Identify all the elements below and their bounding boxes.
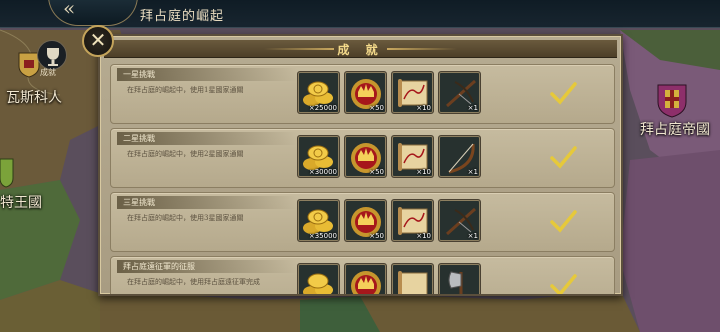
- checkmark-icon: [550, 274, 577, 294]
- achievement-row: 一星挑戰 在拜占庭的崛起中，使用1星國家通關 ×25000 ×50 ×10 ×1: [110, 64, 615, 124]
- achievement-row: 三星挑戰 在拜占庭的崛起中，使用3星國家通關 ×35000 ×50 ×10 ×1: [110, 192, 615, 252]
- achievement-dialog: 成 就 一星挑戰 在拜占庭的崛起中，使用1星國家通關 ×25000 ×50 ×1…: [98, 34, 623, 296]
- reward-item[interactable]: [391, 263, 434, 294]
- reward-qty: ×50: [369, 232, 384, 240]
- checkmark-icon: [550, 146, 577, 169]
- reward-qty: ×1: [467, 232, 478, 240]
- achievement-button[interactable]: [37, 40, 67, 70]
- achievement-desc: 在拜占庭的崛起中，使用1星國家通關: [127, 86, 244, 94]
- reward-item[interactable]: [438, 263, 481, 294]
- reward-qty: ×50: [369, 168, 384, 176]
- achievement-title: 二星挑戰: [117, 132, 297, 145]
- reward-qty: ×25000: [308, 104, 337, 112]
- map-label-byzantine[interactable]: 拜占庭帝國: [640, 119, 710, 139]
- reward-qty: ×10: [416, 168, 431, 176]
- back-button[interactable]: «: [48, 0, 138, 26]
- reward-item[interactable]: ×35000: [297, 199, 340, 242]
- reward-qty: ×50: [369, 104, 384, 112]
- achievement-desc: 在拜占庭的崛起中，使用拜占庭遠征軍完成: [127, 278, 260, 286]
- reward-qty: ×35000: [308, 232, 337, 240]
- map-label-left[interactable]: 特王國: [0, 192, 42, 212]
- achievement-row: 拜占庭遠征軍的征服 在拜占庭的崛起中，使用拜占庭遠征軍完成: [110, 256, 615, 294]
- reward-qty: ×1: [467, 104, 478, 112]
- achievement-title: 拜占庭遠征軍的征服: [117, 260, 297, 273]
- close-button[interactable]: ✕: [82, 25, 114, 57]
- reward-qty: ×1: [467, 168, 478, 176]
- reward-item[interactable]: ×10: [391, 135, 434, 178]
- top-bar: « 拜占庭的崛起: [0, 0, 720, 28]
- reward-item[interactable]: ×50: [344, 71, 387, 114]
- axe-icon: [448, 271, 463, 294]
- achievement-row: 二星挑戰 在拜占庭的崛起中，使用2星國家通關 ×30000 ×50 ×10 ×1: [110, 128, 615, 188]
- map-label-wasi[interactable]: 瓦斯科人: [6, 87, 62, 107]
- achievement-title: 三星挑戰: [117, 196, 297, 209]
- dialog-title: 成 就: [337, 43, 384, 57]
- reward-item[interactable]: ×10: [391, 199, 434, 242]
- crown-medal-icon: [351, 271, 381, 294]
- reward-item[interactable]: [344, 263, 387, 294]
- checkmark-icon: [550, 82, 577, 105]
- reward-qty: ×10: [416, 104, 431, 112]
- reward-item[interactable]: ×25000: [297, 71, 340, 114]
- map-scroll-icon: [398, 271, 428, 294]
- reward-item[interactable]: ×1: [438, 199, 481, 242]
- reward-item[interactable]: ×50: [344, 135, 387, 178]
- achievement-button-label: 成就: [40, 68, 56, 77]
- byzantine-shield-icon: [657, 84, 687, 118]
- reward-item[interactable]: ×1: [438, 71, 481, 114]
- dialog-header: 成 就: [104, 40, 617, 58]
- checkmark-icon: [550, 210, 577, 233]
- gold-coins-icon: [303, 273, 333, 294]
- achievement-title: 一星挑戰: [117, 68, 297, 81]
- back-arrow-icon: «: [63, 0, 76, 20]
- reward-item[interactable]: ×30000: [297, 135, 340, 178]
- achievement-desc: 在拜占庭的崛起中，使用3星國家通關: [127, 214, 244, 222]
- reward-qty: ×30000: [308, 168, 337, 176]
- achievement-list[interactable]: 一星挑戰 在拜占庭的崛起中，使用1星國家通關 ×25000 ×50 ×10 ×1: [110, 64, 615, 294]
- reward-item[interactable]: ×50: [344, 199, 387, 242]
- scenario-title: 拜占庭的崛起: [140, 9, 225, 24]
- reward-item[interactable]: ×1: [438, 135, 481, 178]
- reward-item[interactable]: [297, 263, 340, 294]
- close-icon: ✕: [89, 28, 107, 52]
- left-shield-icon: [0, 158, 14, 188]
- achievement-desc: 在拜占庭的崛起中，使用2星國家通關: [127, 150, 244, 158]
- reward-item[interactable]: ×10: [391, 71, 434, 114]
- reward-qty: ×10: [416, 232, 431, 240]
